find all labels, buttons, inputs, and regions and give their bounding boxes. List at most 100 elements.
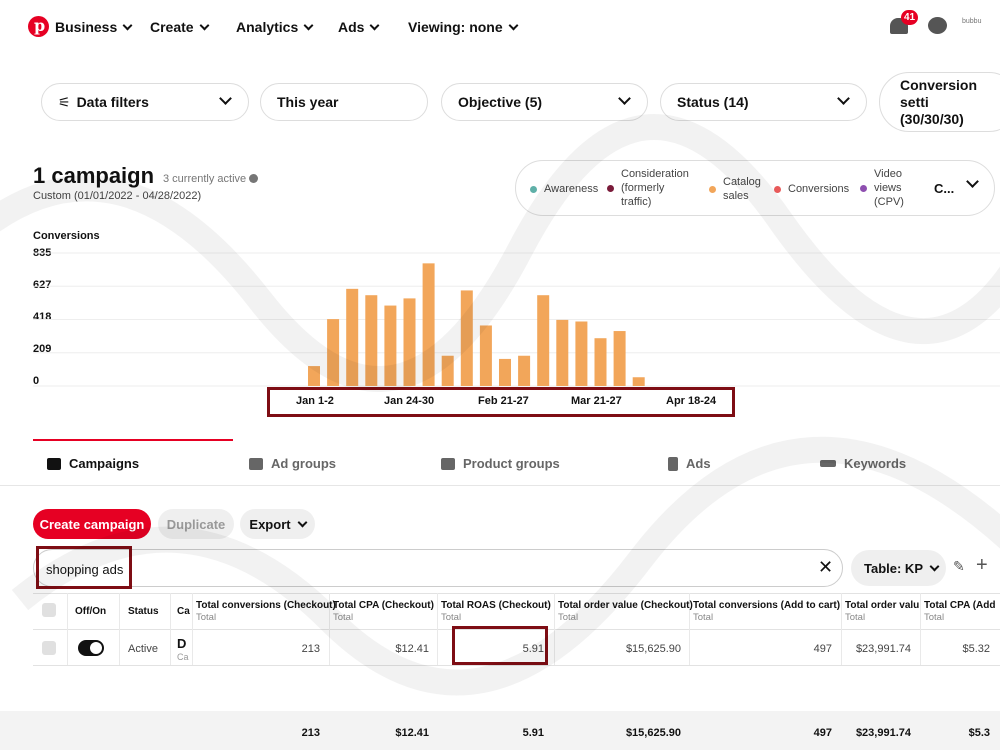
header-sub: Total xyxy=(924,612,945,623)
objective-legend: Awareness Consideration (formerly traffi… xyxy=(515,160,995,216)
row-status: Active xyxy=(128,643,158,655)
duplicate-button[interactable]: Duplicate xyxy=(158,509,234,539)
chart-bar[interactable] xyxy=(308,366,320,386)
column-header-total-order-value-checkout[interactable]: Total order value (Checkout) Total xyxy=(558,600,693,623)
chart-bar[interactable] xyxy=(518,355,531,386)
avatar[interactable]: bubbu xyxy=(962,18,981,25)
chart-bar[interactable] xyxy=(613,331,626,386)
campaign-on-off-toggle[interactable] xyxy=(78,640,104,656)
chart-bar[interactable] xyxy=(384,305,397,386)
table-divider xyxy=(33,593,1000,594)
row-atc-cpa: $5.32 xyxy=(962,643,990,655)
nav-viewing-menu[interactable]: Viewing: none xyxy=(408,19,519,35)
chart-bar[interactable] xyxy=(556,319,569,386)
total-order-value: $15,625.90 xyxy=(625,727,681,739)
header-label: Total conversions (Checkout) xyxy=(196,600,336,611)
legend-label: Catalog sales xyxy=(723,176,761,202)
tab-label: Product groups xyxy=(463,456,560,471)
row-checkbox[interactable] xyxy=(42,641,56,655)
tab-product-groups[interactable]: Product groups xyxy=(441,456,560,471)
conversion-settings-dropdown[interactable]: Conversion setti (30/30/30) xyxy=(879,72,1000,132)
column-header-status[interactable]: Status xyxy=(128,606,159,617)
chart-bar[interactable] xyxy=(632,377,645,386)
chart-bar[interactable] xyxy=(460,290,473,386)
legend-item-catalog-sales[interactable]: Catalog sales xyxy=(709,175,769,203)
column-header-total-conversions-checkout[interactable]: Total conversions (Checkout) Total xyxy=(196,600,336,623)
chart-bar[interactable] xyxy=(365,295,378,386)
edit-pencil-icon[interactable]: ✎ xyxy=(953,558,965,575)
date-range-text: Custom (01/01/2022 - 04/28/2022) xyxy=(33,190,202,202)
table-view-dropdown[interactable]: Table: KP xyxy=(851,550,946,586)
column-header-campaign[interactable]: Ca xyxy=(177,606,190,617)
chart-bar[interactable] xyxy=(499,358,511,386)
nav-ads-menu[interactable]: Ads xyxy=(338,19,380,35)
header-sub: Total xyxy=(845,612,866,623)
chevron-down-icon xyxy=(219,92,232,105)
column-header-total-cpa-add-to-cart[interactable]: Total CPA (Add Total xyxy=(924,600,995,623)
header-label: Total ROAS (Checkout) xyxy=(441,600,551,611)
clear-search-icon[interactable]: ✕ xyxy=(818,557,833,578)
messages-icon[interactable] xyxy=(928,17,947,34)
chart-bar[interactable] xyxy=(422,263,435,386)
tabs-divider xyxy=(0,485,1000,486)
tab-campaigns[interactable]: Campaigns xyxy=(47,456,139,471)
create-campaign-button[interactable]: Create campaign xyxy=(33,509,151,539)
legend-item-video-views[interactable]: Video views (CPV) xyxy=(860,167,920,209)
chart-bar[interactable] xyxy=(441,355,454,386)
tab-keywords[interactable]: Keywords xyxy=(820,456,906,471)
pinterest-logo-icon[interactable] xyxy=(28,16,49,37)
chevron-down-icon xyxy=(837,92,850,105)
row-atc-order-value: $23,991.74 xyxy=(855,643,911,655)
legend-label: Consideration (formerly traffic) xyxy=(621,168,689,208)
key-icon xyxy=(820,460,836,467)
conversions-bar-chart xyxy=(33,252,1000,387)
objective-dropdown[interactable]: Objective (5) xyxy=(441,83,648,121)
chart-bar[interactable] xyxy=(575,321,588,386)
header-sub: Total xyxy=(693,612,714,623)
nav-analytics-menu[interactable]: Analytics xyxy=(236,19,314,35)
add-column-icon[interactable]: + xyxy=(976,554,988,577)
legend-label: Conversions xyxy=(788,183,850,195)
chart-bar[interactable] xyxy=(403,298,416,386)
legend-item-conversions[interactable]: Conversions xyxy=(774,182,849,196)
chart-bar[interactable] xyxy=(537,295,550,386)
select-all-checkbox[interactable] xyxy=(42,603,56,617)
total-atc-conversions: 497 xyxy=(813,727,832,739)
nav-business-menu[interactable]: Business xyxy=(55,19,133,35)
legend-dot-icon xyxy=(709,185,716,193)
table-view-label: Table: KP xyxy=(864,560,923,576)
column-header-off-on[interactable]: Off/On xyxy=(75,606,106,617)
chart-bar[interactable] xyxy=(594,338,607,386)
date-range-field[interactable]: This year xyxy=(260,83,428,121)
sliders-icon: ⚟ xyxy=(58,93,71,110)
legend-item-consideration[interactable]: Consideration (formerly traffic) xyxy=(607,167,689,209)
info-icon[interactable] xyxy=(249,174,259,183)
column-header-total-conversions-add-to-cart[interactable]: Total conversions (Add to cart) Total xyxy=(693,600,840,623)
row-campaign-name[interactable]: D xyxy=(177,636,186,651)
column-header-total-roas-checkout[interactable]: Total ROAS (Checkout) Total xyxy=(441,600,551,623)
data-filters-dropdown[interactable]: ⚟ Data filters xyxy=(41,83,249,121)
column-header-total-order-value-add-to-cart[interactable]: Total order valu Total xyxy=(845,600,919,623)
chart-bar[interactable] xyxy=(327,319,340,386)
nav-create-menu[interactable]: Create xyxy=(150,19,210,35)
column-divider xyxy=(119,593,120,665)
column-header-total-cpa-checkout[interactable]: Total CPA (Checkout) Total xyxy=(333,600,434,623)
search-input-value[interactable]: shopping ads xyxy=(46,562,123,577)
export-button[interactable]: Export xyxy=(240,509,315,539)
legend-item-awareness[interactable]: Awareness xyxy=(530,182,598,196)
search-input[interactable] xyxy=(33,549,843,587)
chevron-down-icon xyxy=(303,20,314,30)
tab-ad-groups[interactable]: Ad groups xyxy=(249,456,336,471)
total-atc-order-value: $23,991.74 xyxy=(855,727,911,739)
tab-ads[interactable]: Ads xyxy=(668,456,711,471)
legend-label: Video views (CPV) xyxy=(874,168,904,208)
column-divider xyxy=(192,593,193,665)
chart-bar[interactable] xyxy=(346,288,359,386)
status-dropdown[interactable]: Status (14) xyxy=(660,83,867,121)
row-campaign-sub: Ca xyxy=(177,652,189,662)
legend-more-label[interactable]: C... xyxy=(934,181,954,196)
chevron-down-icon[interactable] xyxy=(966,175,979,188)
conversion-settings-label: Conversion setti (30/30/30) xyxy=(900,77,1000,128)
chart-bar[interactable] xyxy=(479,325,492,386)
tab-label: Ad groups xyxy=(271,456,336,471)
